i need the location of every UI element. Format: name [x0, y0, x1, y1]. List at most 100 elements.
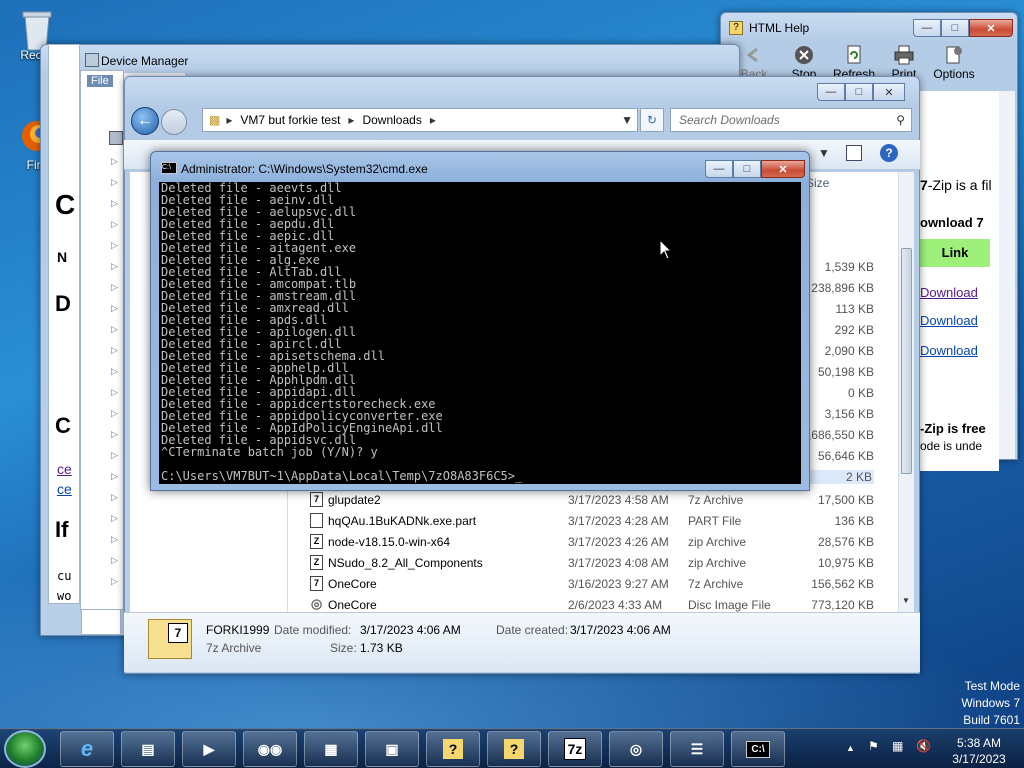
window-title: HTML Help	[749, 21, 810, 35]
help-content-pane: 7-Zip is a fil ownload 7 Link Download D…	[919, 91, 999, 471]
taskbar-button-cmd[interactable]: C:\	[731, 731, 785, 767]
download-link[interactable]: Download	[920, 285, 978, 300]
taskbar-button-help-1[interactable]: ?	[426, 731, 480, 767]
file-row[interactable]: Znode-v18.15.0-win-x64 3/17/2023 4:26 AM z…	[288, 531, 898, 552]
print-icon	[893, 45, 915, 65]
close-button[interactable]: ✕	[761, 160, 805, 178]
file-name-cell: OneCore	[328, 576, 377, 591]
breadcrumb-chevron-icon: ▸	[226, 113, 233, 127]
breadcrumb-item[interactable]: VM7 but forkie test	[240, 113, 340, 127]
taskbar-button-device-manager[interactable]: ☰	[670, 731, 724, 767]
file-name-cell: NSudo_8.2_All_Components	[328, 555, 483, 570]
file-row[interactable]: 7 glupdate2 3/17/2023 4:58 AM 7z Archive 17,…	[288, 489, 898, 510]
taskbar-button-help-2[interactable]: ?	[487, 731, 541, 767]
page-fragment-link[interactable]: ce	[57, 481, 72, 497]
cmd-window[interactable]: C:\ Administrator: C:\Windows\System32\c…	[150, 151, 810, 491]
toolbox-icon: ▣	[385, 740, 399, 757]
file-date-cell: 3/17/2023 4:26 AM	[568, 534, 669, 549]
file-date-cell: 3/16/2023 9:27 AM	[568, 576, 669, 591]
taskbar-button-disc-tool[interactable]: ◎	[609, 731, 663, 767]
zip-source-text: ode is unde	[920, 439, 983, 453]
back-button[interactable]: ←	[131, 107, 159, 135]
control-panel-icon: ▦	[324, 740, 338, 757]
maximize-button[interactable]: □	[845, 83, 873, 101]
refresh-button[interactable]: ↻	[640, 108, 664, 132]
network-icon[interactable]: ▦	[892, 739, 903, 753]
clock[interactable]: 5:38 AM 3/17/2023	[940, 735, 1018, 767]
details-file-type: 7z Archive	[206, 641, 262, 655]
window-title: Administrator: C:\Windows\System32\cmd.e…	[181, 162, 428, 176]
close-button[interactable]: ✕	[969, 19, 1013, 37]
views-dropdown-icon[interactable]: ▼	[818, 146, 830, 160]
address-bar[interactable]: ▩ ▸ VM7 but forkie test ▸ Downloads ▸ ▼	[202, 108, 638, 132]
file-type-cell: 7z Archive	[688, 576, 744, 591]
show-hidden-icons-icon[interactable]: ▲	[846, 743, 855, 753]
file-row[interactable]: Z NSudo_8.2_All_Components 3/17/2023 4:08 …	[288, 552, 898, 573]
details-size-label: Size:	[330, 641, 357, 655]
taskbar-button-control-panel[interactable]: ▦	[304, 731, 358, 767]
search-input[interactable]: Search Downloads ⚲	[670, 108, 912, 132]
minimize-button[interactable]: —	[817, 83, 845, 101]
taskbar-button-7zip[interactable]: 7z	[548, 731, 602, 767]
disc-icon: ◎	[629, 740, 643, 757]
file-type-cell: zip Archive	[688, 534, 747, 549]
file-type-cell: PART File	[688, 513, 742, 528]
back-arrow-icon: ←	[137, 112, 153, 129]
volume-muted-icon[interactable]: 🔇	[916, 739, 931, 753]
scroll-down-icon[interactable]: ▼	[902, 596, 910, 605]
page-fragment-text: C	[55, 413, 71, 438]
forward-button[interactable]	[161, 109, 187, 135]
watermark-line: Windows 7	[961, 696, 1020, 710]
page-fragment-text: wo	[57, 589, 72, 603]
scrollbar-thumb[interactable]	[901, 248, 912, 474]
minimize-button[interactable]: —	[705, 160, 733, 178]
console-line: ^CTerminate batch job (Y/N)? y	[161, 445, 378, 459]
file-list-scrollbar[interactable]: ▼	[898, 172, 914, 612]
taskbar-button-toolbox[interactable]: ▣	[365, 731, 419, 767]
device-manager-tree-pane[interactable]: File ▷ ▷ ▷ ▷ ▷ ▷ ▷ ▷ ▷ ▷ ▷ ▷ ▷ ▷ ▷ ▷ ▷ ▷ ▷ ▷ ▷	[80, 70, 124, 610]
file-row[interactable]: 7 OneCore 3/16/2023 9:27 AM 7z Archive 156,5…	[288, 573, 898, 594]
file-row[interactable]: hqQAu.1BuKADNk.exe.part 3/17/2023 4:28 AM…	[288, 510, 898, 531]
folder-icon: ▤	[141, 740, 155, 757]
preview-pane-icon[interactable]	[846, 145, 862, 161]
console-output[interactable]: Deleted file - aeevts.dll Deleted file - …	[159, 182, 801, 484]
help-icon[interactable]: ?	[880, 144, 898, 162]
breadcrumb-chevron-icon: ▸	[348, 113, 355, 127]
download-link[interactable]: Download	[920, 313, 978, 328]
details-modified-label: Date modified:	[274, 623, 352, 637]
recycle-bin-icon	[19, 8, 55, 51]
file-date-cell: 2/6/2023 4:33 AM	[568, 597, 663, 612]
page-fragment-text: cu	[57, 569, 72, 583]
maximize-button[interactable]: □	[733, 160, 761, 178]
disc-image-icon: ◎	[310, 596, 323, 612]
breadcrumb-item[interactable]: Downloads	[362, 113, 421, 127]
close-button[interactable]: ✕	[873, 83, 905, 101]
start-button[interactable]	[4, 730, 46, 768]
help-scrollbar[interactable]	[999, 91, 1015, 459]
address-dropdown-icon[interactable]: ▼	[621, 113, 633, 127]
file-name-cell: node-v18.15.0-win-x64	[328, 534, 451, 549]
taskbar-button-eyes-app[interactable]: ◉◉	[243, 731, 297, 767]
action-center-flag-icon[interactable]: ⚑	[868, 739, 879, 753]
zip-text: 7-Zip is a fil	[920, 177, 992, 193]
taskbar-button-internet-explorer[interactable]: e	[60, 731, 114, 767]
details-pane: 7 FORKI1999 7z Archive Date modified: 3/…	[124, 612, 920, 672]
file-size-cell: 17,500 KB	[817, 492, 874, 507]
minimize-button[interactable]: —	[913, 19, 941, 37]
taskbar: e ▤ ▶ ◉◉ ▦ ▣?? 7z ◎ ☰ C:\ ▲ ⚑ ▦ 🔇 5:38 AM 3/17/20…	[0, 728, 1024, 768]
download-link[interactable]: Download	[920, 343, 978, 358]
back-arrow-icon	[743, 45, 765, 65]
page-fragment-link[interactable]: ce	[57, 461, 72, 477]
menu-file-label[interactable]: File	[87, 75, 113, 87]
search-icon: ⚲	[896, 113, 905, 127]
page-fragment-text: If	[55, 517, 69, 542]
maximize-button[interactable]: □	[941, 19, 969, 37]
breadcrumb-chevron-icon: ▸	[429, 113, 436, 127]
taskbar-button-media-player[interactable]: ▶	[182, 731, 236, 767]
taskbar-button-windows-explorer[interactable]: ▤	[121, 731, 175, 767]
clock-date: 3/17/2023	[952, 752, 1006, 766]
options-button[interactable]: Options	[929, 41, 979, 91]
file-size-cell: 136 KB	[834, 513, 874, 528]
details-size-value: 1.73 KB	[360, 641, 403, 655]
page-fragment-text: N	[57, 249, 68, 265]
